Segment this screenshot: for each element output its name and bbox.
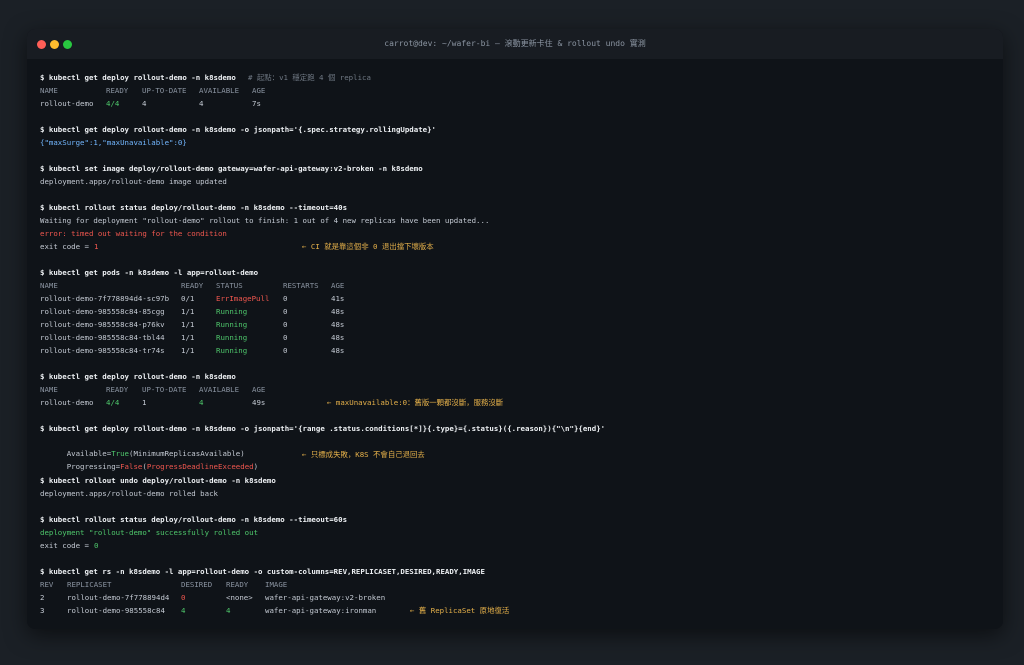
table-header: NAME READY UP-TO-DATE AVAILABLE AGE (40, 385, 266, 394)
output-line: {"maxSurge":1,"maxUnavailable":0} (40, 138, 187, 147)
terminal-output[interactable]: $ kubectl get deploy rollout-demo -n k8s… (40, 69, 993, 619)
annotation: ← CI 就是靠這個非 0 退出擋下壞版本 (302, 242, 434, 251)
annotation: ← 舊 ReplicaSet 原地復活 (410, 606, 510, 615)
command-comment: # 起點：v1 穩定跑 4 個 replica (248, 73, 371, 82)
table-row: rollout-demo-985558c84-85cgg 1/1 Running… (40, 307, 345, 316)
table-row: rollout-demo 4/4 1 4 49s ← maxUnavailabl… (40, 398, 504, 407)
output-line: Progressing=False(ProgressDeadlineExceed… (66, 450, 425, 471)
window-title: carrot@dev: ~/wafer-bi — 滾動更新卡住 & rollou… (384, 39, 646, 48)
table-header: NAME READY UP-TO-DATE AVAILABLE AGE (40, 86, 266, 95)
output-line: Waiting for deployment "rollout-demo" ro… (40, 216, 490, 225)
terminal-window: carrot@dev: ~/wafer-bi — 滾動更新卡住 & rollou… (27, 29, 1003, 629)
table-header: REV REPLICASET DESIRED READY IMAGE (40, 580, 288, 589)
command-line: $ kubectl get rs -n k8sdemo -l app=rollo… (40, 567, 485, 576)
table-row: rollout-demo-7f778894d4-sc97b 0/1 ErrIma… (40, 294, 345, 303)
table-row: 2 rollout-demo-7f778894d4 0 <none> wafer… (40, 593, 386, 602)
table-header: NAME READY STATUS RESTARTS AGE (40, 281, 345, 290)
table-row: rollout-demo-985558c84-tr74s 1/1 Running… (40, 346, 345, 355)
command-line: $ kubectl get pods -n k8sdemo -l app=rol… (40, 268, 259, 277)
command-line: $ kubectl get deploy rollout-demo -n k8s… (40, 125, 437, 134)
command-line: $ kubectl rollout undo deploy/rollout-de… (40, 476, 276, 485)
table-row: rollout-demo-985558c84-p76kv 1/1 Running… (40, 320, 345, 329)
command-line: $ kubectl rollout status deploy/rollout-… (40, 203, 348, 212)
command-line: $ kubectl set image deploy/rollout-demo … (40, 164, 423, 173)
output-line: deployment "rollout-demo" successfully r… (40, 528, 259, 537)
command-line: $ kubectl get deploy rollout-demo -n k8s… (40, 424, 606, 433)
table-row: rollout-demo-985558c84-tbl44 1/1 Running… (40, 333, 345, 342)
table-row: rollout-demo 4/4 4 4 7s (40, 99, 261, 108)
annotation: ← 只標成失敗，K8S 不會自己退回去 (302, 450, 425, 459)
command-line: $ kubectl get deploy rollout-demo -n k8s… (40, 73, 371, 82)
exit-code-line: exit code = 1 ← CI 就是靠這個非 0 退出擋下壞版本 (40, 242, 434, 251)
command-line: $ kubectl get deploy rollout-demo -n k8s… (40, 372, 236, 381)
error-line: error: timed out waiting for the conditi… (40, 229, 227, 238)
annotation: ← maxUnavailable:0：舊版一顆都沒斷，服務沒斷 (327, 398, 504, 407)
command-line: $ kubectl rollout status deploy/rollout-… (40, 515, 348, 524)
exit-code-line: exit code = 0 (40, 541, 99, 550)
output-line: Available=True(MinimumReplicasAvailable) (66, 449, 245, 458)
table-row: 3 rollout-demo-985558c84 4 4 wafer-api-g… (40, 606, 510, 615)
output-line: deployment.apps/rollout-demo image updat… (40, 177, 227, 186)
title-bar: carrot@dev: ~/wafer-bi — 滾動更新卡住 & rollou… (27, 29, 1003, 59)
output-line: deployment.apps/rollout-demo rolled back (40, 489, 218, 498)
